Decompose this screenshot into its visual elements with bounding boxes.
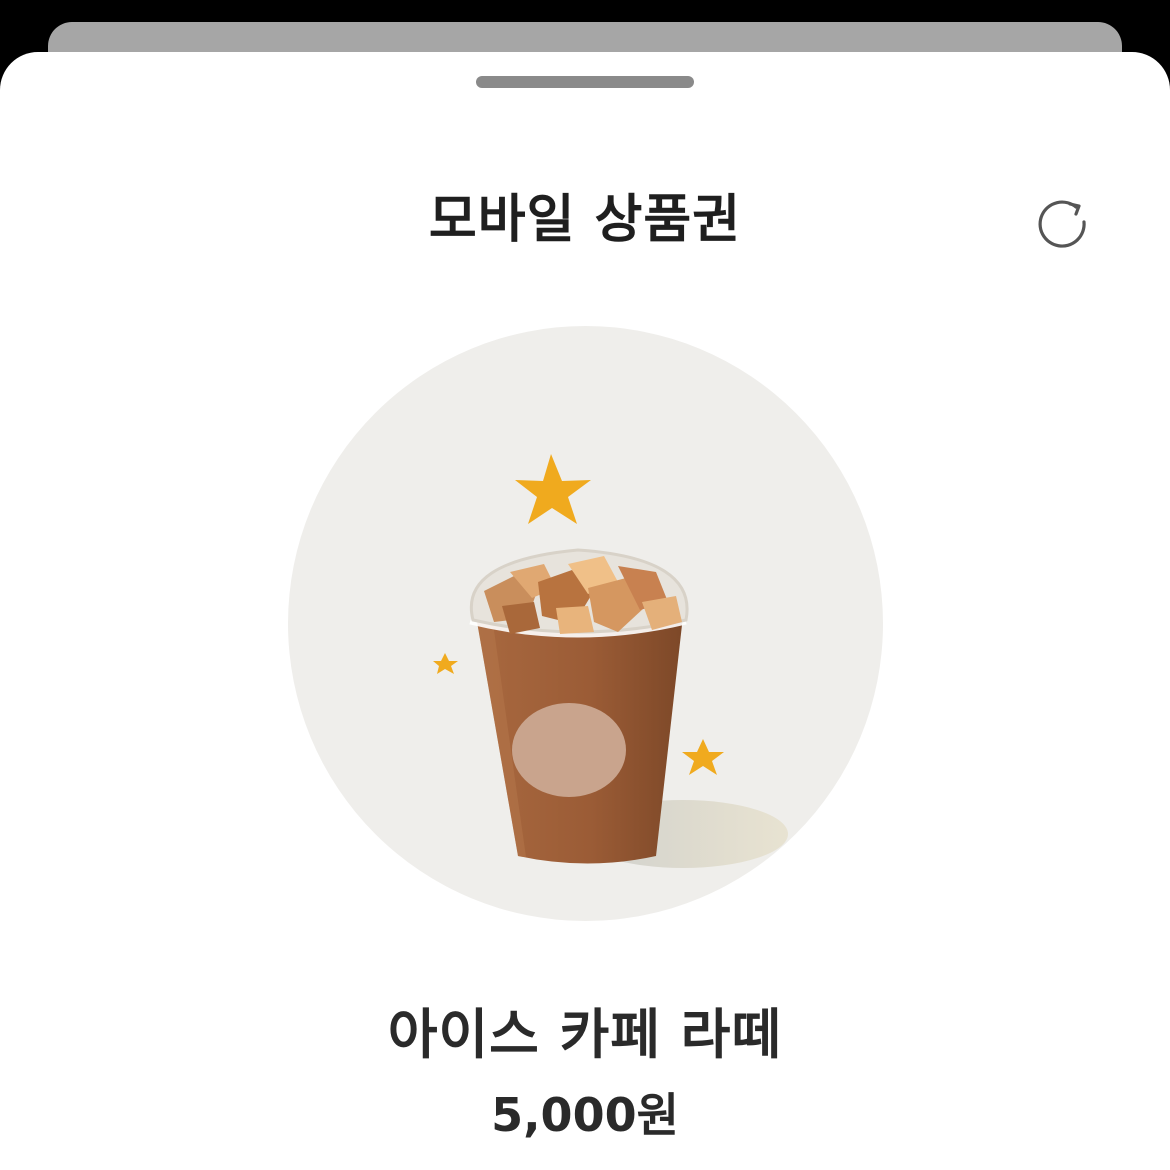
- product-image-circle: [288, 326, 883, 921]
- page-title: 모바일 상품권: [428, 190, 742, 250]
- product-name: 아이스 카페 라떼: [387, 1003, 783, 1066]
- large-star: [515, 454, 591, 524]
- iced-latte-illustration: [433, 454, 788, 868]
- cup-logo: [512, 703, 626, 797]
- product-price: 5,000원: [491, 1088, 679, 1142]
- small-star-right: [682, 739, 724, 775]
- gift-card-sheet: 모바일 상품권 아이스 카페 라떼 5,000원: [0, 52, 1170, 1170]
- refresh-icon[interactable]: [1030, 190, 1094, 254]
- small-star-left: [433, 653, 458, 674]
- sheet-grabber[interactable]: [476, 76, 694, 88]
